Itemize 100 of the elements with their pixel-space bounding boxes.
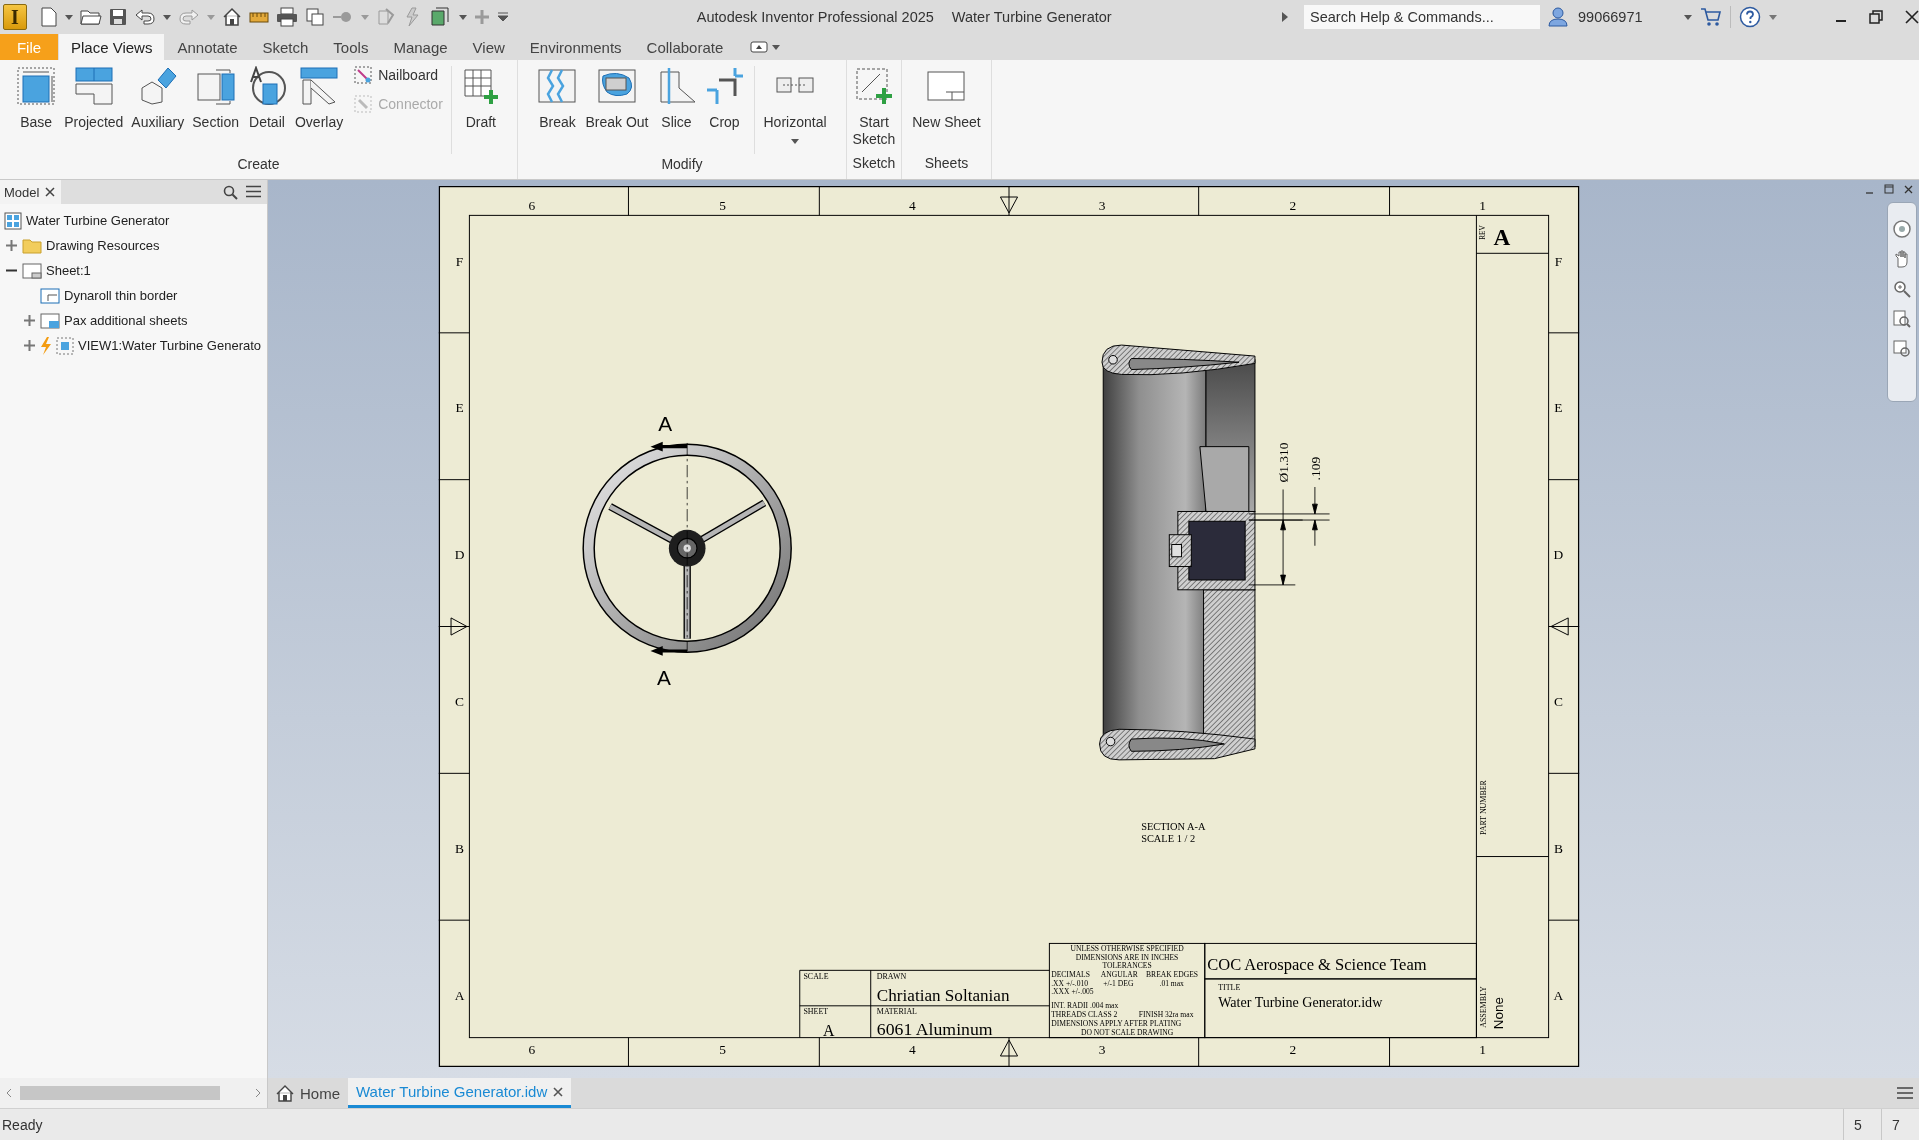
ribbon-tool-button[interactable]: Draft: [457, 64, 504, 133]
wheel-icon[interactable]: [1892, 219, 1912, 239]
zone-label: E: [455, 400, 464, 416]
zone-label: 2: [1289, 198, 1297, 214]
help-icon[interactable]: [1739, 6, 1761, 28]
scroll-right-icon[interactable]: [255, 1088, 261, 1098]
box-icon[interactable]: [430, 7, 452, 27]
home-icon: [276, 1084, 294, 1102]
dot-icon[interactable]: [332, 11, 354, 23]
company-name: COC Aerospace & Science Team: [1207, 955, 1427, 975]
caret-icon[interactable]: [772, 44, 781, 50]
status-text: Ready: [1, 1116, 44, 1133]
close-icon[interactable]: [553, 1086, 564, 1097]
ruler-icon[interactable]: [249, 10, 269, 24]
menu-tab[interactable]: Place Views: [59, 34, 165, 60]
tree-item[interactable]: VIEW1:Water Turbine Generato: [0, 333, 267, 358]
title-block-label: DRAWN: [876, 971, 907, 981]
ribbon-tool-button[interactable]: Horizontal: [760, 64, 830, 146]
zone-label: 1: [1479, 198, 1486, 214]
frame-icon: [40, 312, 60, 329]
new-file-icon[interactable]: [40, 7, 58, 27]
caret-icon[interactable]: [1769, 14, 1777, 20]
menu-icon[interactable]: [1897, 1086, 1913, 1100]
panel-tab[interactable]: Model: [0, 180, 62, 204]
look-icon[interactable]: [1892, 339, 1912, 359]
ribbon-tool-button[interactable]: Crop: [701, 64, 748, 133]
title-block-label: SCALE: [803, 971, 829, 981]
app-logo[interactable]: I: [3, 4, 27, 30]
zoom-window-icon[interactable]: [1892, 309, 1912, 329]
ribbon-tool-button[interactable]: New Sheet: [909, 64, 984, 133]
menu-tab[interactable]: Manage: [381, 34, 460, 60]
menu-tab[interactable]: Annotate: [165, 34, 250, 60]
caret-icon[interactable]: [459, 14, 467, 20]
cart-icon[interactable]: [1700, 7, 1722, 27]
zone-label: E: [1554, 400, 1563, 416]
tree-item[interactable]: Sheet:1: [0, 258, 267, 283]
ribbon-tool-button[interactable]: Base: [13, 64, 60, 133]
ribbon-tool-button[interactable]: Overlay: [291, 64, 347, 133]
close-icon[interactable]: [1905, 10, 1919, 24]
pages-icon[interactable]: [305, 7, 325, 27]
close-icon[interactable]: [45, 187, 56, 197]
ribbon-tool-button[interactable]: Break: [534, 64, 581, 133]
search-icon[interactable]: [223, 184, 238, 200]
expand-icon[interactable]: [23, 315, 35, 326]
expand-icon[interactable]: [5, 240, 17, 251]
zigzag-lines-icon: [537, 66, 578, 106]
print-icon[interactable]: [276, 7, 298, 27]
expand-arrow-icon[interactable]: [1282, 12, 1288, 22]
caret-icon[interactable]: [791, 139, 799, 144]
save-icon[interactable]: [109, 8, 127, 26]
menu-tab[interactable]: View: [460, 34, 517, 60]
lightning-icon: [40, 336, 52, 355]
scrollbar-thumb[interactable]: [20, 1086, 220, 1100]
ribbon-tool-button[interactable]: Projected: [61, 64, 127, 133]
status-cell: 7: [1881, 1109, 1919, 1140]
zone-label: 1: [1479, 1041, 1486, 1057]
home-icon[interactable]: [222, 7, 242, 27]
zoom-icon[interactable]: [1892, 279, 1912, 299]
ribbon-tool-button[interactable]: Slice: [653, 64, 700, 133]
caret-icon[interactable]: [163, 14, 171, 20]
view-frame-icon: [56, 336, 74, 355]
search-field[interactable]: Search Help & Commands...: [1304, 5, 1540, 29]
ribbon-tool-button[interactable]: Detail: [243, 64, 290, 133]
user-id[interactable]: 99066971: [1578, 9, 1676, 25]
customize-icon[interactable]: [497, 12, 509, 22]
close-icon[interactable]: [1904, 184, 1913, 194]
document-title: Water Turbine Generator: [951, 9, 1112, 25]
panel-toggle-icon[interactable]: [750, 41, 769, 53]
menu-icon[interactable]: [246, 184, 261, 198]
status-cell: 5: [1843, 1109, 1881, 1140]
caret-icon[interactable]: [1684, 14, 1692, 20]
title-block-value: Chriatian Soltanian: [876, 985, 1010, 1005]
menu-tab[interactable]: Collaborate: [634, 34, 736, 60]
tree-item[interactable]: Water Turbine Generator: [0, 208, 267, 233]
ribbon-tool-button[interactable]: Nailboard: [352, 64, 445, 86]
caret-icon[interactable]: [65, 14, 73, 20]
ribbon-tool-button[interactable]: Section: [189, 64, 242, 133]
menu-tab[interactable]: Tools: [321, 34, 381, 60]
plug-icon: [354, 95, 373, 113]
ribbon-tool-button[interactable]: Auxiliary: [128, 64, 188, 133]
tree-item[interactable]: Dynaroll thin border: [0, 283, 267, 308]
pin-board-icon: [354, 66, 373, 84]
tree-item[interactable]: Pax additional sheets: [0, 308, 267, 333]
frame-arrow-icon: [195, 66, 236, 106]
menu-tab[interactable]: Environments: [517, 34, 634, 60]
ribbon-tool-button[interactable]: Break Out: [582, 64, 652, 133]
undo-icon[interactable]: [134, 9, 156, 25]
zone-label: D: [1553, 547, 1564, 563]
expand-icon[interactable]: [23, 340, 35, 351]
dimension-text: .109: [1307, 456, 1323, 481]
user-icon[interactable]: [1548, 7, 1568, 27]
view-caption: SECTION A-A: [1141, 820, 1206, 832]
ribbon-tool-button[interactable]: Start Sketch: [849, 64, 899, 150]
scroll-left-icon[interactable]: [6, 1088, 12, 1098]
menu-tab[interactable]: Sketch: [250, 34, 321, 60]
zone-label: 5: [719, 1041, 727, 1057]
folder-icon[interactable]: [80, 8, 102, 26]
tree-item[interactable]: Drawing Resources: [0, 233, 267, 258]
document-tab[interactable]: Home: [268, 1078, 348, 1108]
restore-icon[interactable]: [1869, 10, 1883, 24]
